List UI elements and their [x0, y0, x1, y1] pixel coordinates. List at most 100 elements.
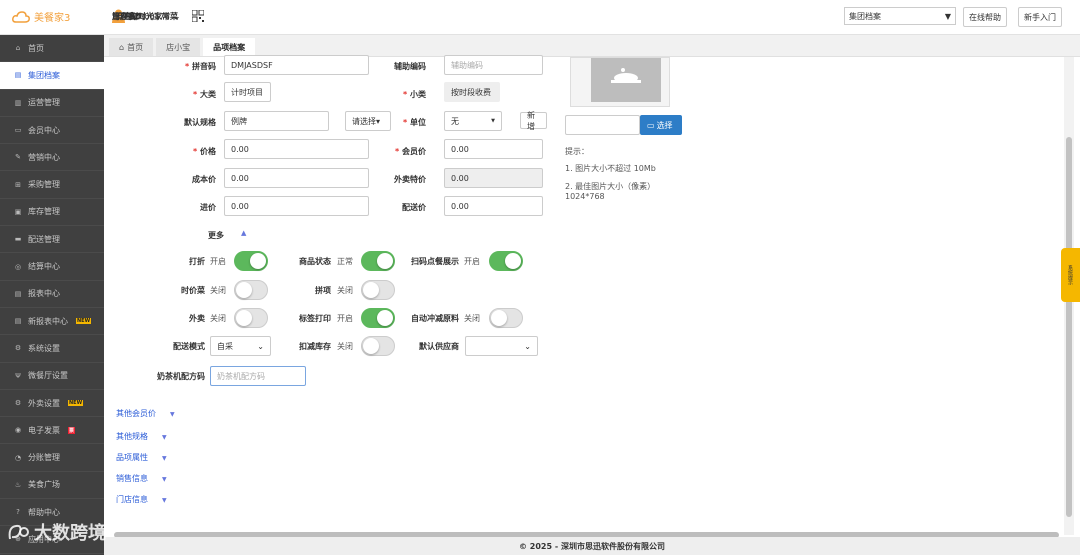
caret-down-icon: ▼ [162, 497, 167, 504]
chevron-up-icon[interactable]: ▲ [241, 229, 246, 237]
takeout-price-input[interactable]: 0.00 [444, 168, 543, 188]
sidebar-item-12[interactable]: Ψ 微餐厅设置 [0, 363, 104, 390]
chevron-down-icon: ⌄ [524, 341, 531, 351]
aux-code-label: 辅助编码 [394, 62, 426, 71]
item-status-label: 商品状态 [299, 257, 331, 266]
sidebar-item-14[interactable]: ◉ 电子发票票 [0, 417, 104, 445]
choose-label: 选择 [656, 120, 673, 130]
watermark-text: 大数跨境 [34, 523, 106, 544]
default-supplier-select[interactable]: ⌄ [465, 336, 538, 356]
newbie-button[interactable]: 新手入门 [1018, 7, 1062, 27]
tea-code-label: 奶茶机配方码 [157, 372, 205, 381]
sidebar-item-16[interactable]: ♨ 美食广场 [0, 472, 104, 500]
store-name[interactable]: 随刻时光家常菜 [122, 11, 178, 22]
sidebar-item-4[interactable]: ✎ 营销中心 [0, 144, 104, 172]
category-label: * 大类 [193, 90, 216, 99]
gear-icon: ⚙ [14, 344, 22, 353]
image-path-input[interactable] [565, 115, 640, 135]
sidebar-item-3[interactable]: ▭ 会员中心 [0, 117, 104, 145]
choose-image-button[interactable]: ▭ 选择 [640, 115, 682, 135]
unit-label: * 单位 [403, 118, 426, 127]
sidebar-item-label: 报表中心 [28, 289, 60, 299]
pinyin-input[interactable]: DMJASDSF [224, 55, 369, 75]
spec-input[interactable]: 例牌 [224, 111, 329, 131]
category-button[interactable]: 计时项目 [224, 82, 271, 102]
sidebar-item-1[interactable]: ▤ 集团档案 [0, 62, 104, 90]
sidebar-badge: 票 [68, 426, 76, 434]
sidebar-item-label: 配送管理 [28, 234, 60, 244]
edit-icon: ✎ [15, 153, 21, 162]
price-input[interactable]: 0.00 [224, 139, 369, 159]
cost-input[interactable]: 0.00 [224, 168, 369, 188]
fork-icon: Ψ [15, 371, 21, 380]
hint-title: 提示： [565, 147, 589, 156]
section-label: 其他会员价 [116, 409, 156, 418]
deduct-stock-toggle[interactable] [361, 336, 395, 356]
tab-dianxiaobao[interactable]: 店小宝 [156, 38, 201, 56]
dept-select[interactable]: 集团档案 ▼ [844, 7, 956, 25]
tea-code-input[interactable]: 奶茶机配方码 [210, 366, 306, 386]
caret-down-icon: ▼ [170, 411, 175, 418]
qrcode-icon[interactable] [192, 10, 205, 22]
new-unit-button[interactable]: 新增 [520, 111, 547, 131]
subcategory-label: * 小类 [403, 90, 426, 99]
seasonal-toggle[interactable] [234, 280, 268, 300]
sidebar-item-10[interactable]: ▤ 新报表中心 NEW [0, 308, 104, 336]
split-icon: ◔ [14, 453, 22, 462]
help-icon: ? [16, 508, 20, 517]
sidebar-item-2[interactable]: ▥ 运营管理 [0, 90, 104, 117]
sidebar-item-8[interactable]: ◎ 结算中心 [0, 253, 104, 281]
member-price-label: * 会员价 [395, 147, 426, 156]
section-other-member-price[interactable]: 其他会员价 ▼ [116, 408, 175, 419]
sidebar-item-13[interactable]: ⚙ 外卖设置 NEW [0, 390, 104, 418]
user-info: 用户名： 管理员 商户ID： 32000176 ⌄ 随刻时光家常菜 [112, 9, 205, 23]
discount-toggle[interactable] [234, 251, 268, 271]
sidebar-item-11[interactable]: ⚙ 系统设置 [0, 335, 104, 363]
subcategory-button[interactable]: 按时段收费 [444, 82, 500, 102]
brand-logo[interactable]: 美餐家3 [12, 9, 70, 24]
combo-toggle[interactable] [361, 280, 395, 300]
brand-name: 美餐家3 [34, 13, 71, 24]
tab-item-archive[interactable]: 品项档案 [203, 38, 256, 56]
invoice-icon: ◉ [14, 426, 22, 435]
takeout-toggle[interactable] [234, 308, 268, 328]
sidebar-item-9[interactable]: ▤ 报表中心 [0, 281, 104, 308]
auto-reduce-toggle[interactable] [489, 308, 523, 328]
tab-label: 首页 [127, 42, 144, 52]
sidebar-item-label: 帮助中心 [28, 507, 60, 517]
sidebar-item-label: 会员中心 [28, 125, 60, 135]
sidebar-item-7[interactable]: ▬ 配送管理 [0, 226, 104, 254]
sidebar-item-5[interactable]: ⊞ 采购管理 [0, 171, 104, 199]
chart-icon: ▥ [14, 98, 22, 107]
section-sales-info[interactable]: 销售信息 ▼ [116, 473, 167, 484]
image-placeholder [591, 58, 661, 102]
more-label: 更多 [208, 231, 224, 240]
unit-select[interactable]: 无 ▼ [444, 111, 502, 131]
purchase-input[interactable]: 0.00 [224, 196, 369, 216]
section-item-attributes[interactable]: 品项属性 ▼ [116, 452, 167, 463]
delivery-mode-label: 配送模式 [173, 342, 205, 351]
sidebar-item-15[interactable]: ◔ 分账管理 [0, 444, 104, 472]
sidebar-item-label: 微餐厅设置 [28, 371, 68, 381]
sidebar-item-6[interactable]: ▣ 库存管理 [0, 199, 104, 227]
deduct-stock-status: 关闭 [337, 342, 353, 351]
sidebar-badge: NEW [68, 400, 84, 406]
caret-down-icon: ▼ [491, 118, 495, 124]
tab-home[interactable]: ⌂ 首页 [109, 38, 154, 56]
takeout-price-label: 外卖特价 [394, 175, 426, 184]
side-tip-tab[interactable]: 系统提示 [1061, 248, 1080, 302]
section-other-spec[interactable]: 其他规格 ▼ [116, 431, 167, 442]
item-image-preview[interactable] [570, 57, 670, 107]
scan-display-toggle[interactable] [489, 251, 523, 271]
pinyin-label: * 拼音码 [185, 62, 216, 71]
sidebar-item-0[interactable]: ⌂ 首页 [0, 35, 104, 63]
section-store-info[interactable]: 门店信息 ▼ [116, 494, 167, 505]
online-help-button[interactable]: 在线帮助 [963, 7, 1007, 27]
delivery-mode-select[interactable]: 自采 ⌄ [210, 336, 271, 356]
label-print-toggle[interactable] [361, 308, 395, 328]
member-price-input[interactable]: 0.00 [444, 139, 543, 159]
truck-icon: ▬ [14, 235, 22, 244]
delivery-price-input[interactable]: 0.00 [444, 196, 543, 216]
aux-code-input[interactable]: 辅助编码 [444, 55, 543, 75]
item-status-toggle[interactable] [361, 251, 395, 271]
